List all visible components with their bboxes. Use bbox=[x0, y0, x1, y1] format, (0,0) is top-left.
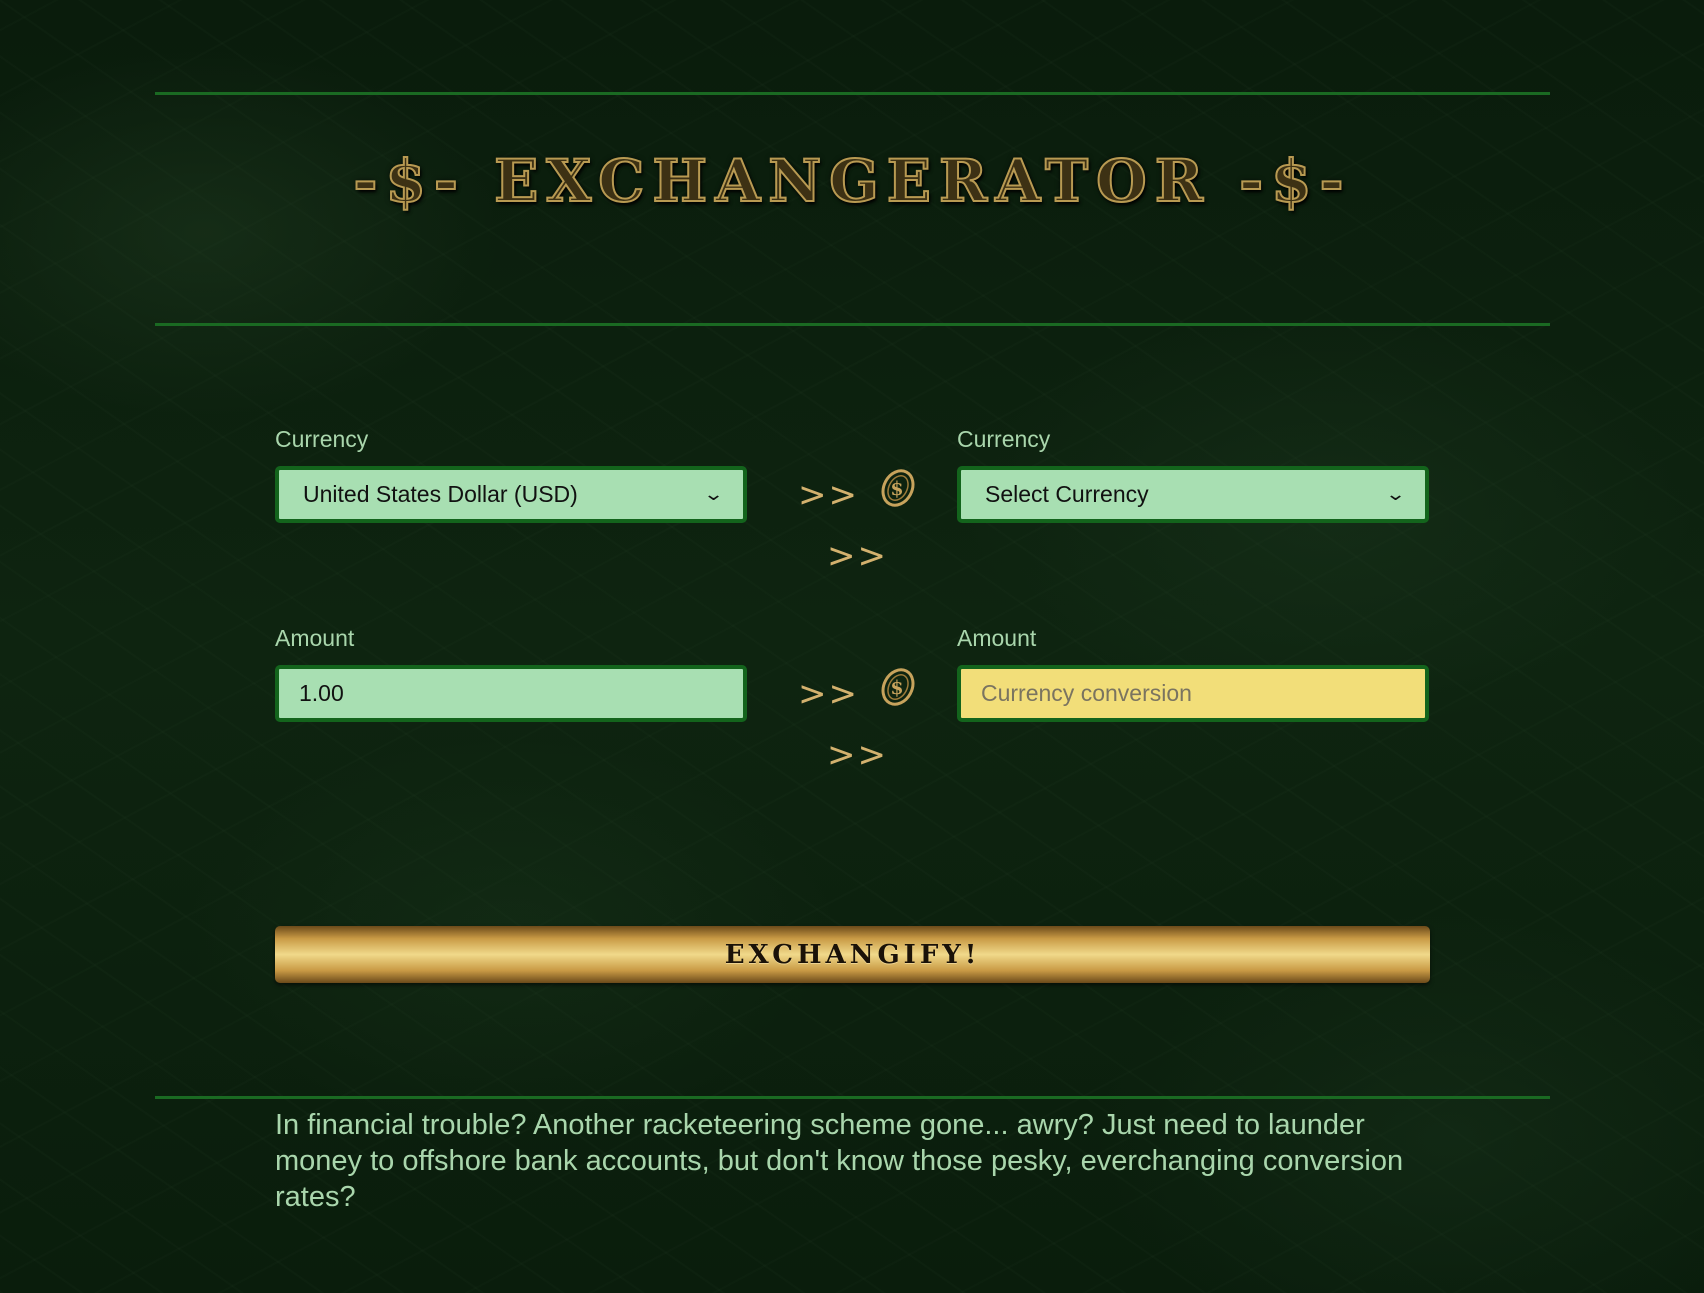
chevron-down-icon: ⌄ bbox=[702, 484, 725, 504]
amount-arrows: >> $ >> bbox=[790, 665, 925, 784]
svg-text:$: $ bbox=[890, 478, 905, 500]
intro-paragraph: In financial trouble? Another racketeeri… bbox=[275, 1109, 1404, 1213]
arrow-text: >> bbox=[798, 475, 859, 515]
arrow-text-2: >> bbox=[827, 734, 888, 775]
svg-text:$: $ bbox=[890, 677, 905, 699]
dollar-coin-icon: $ bbox=[879, 666, 917, 726]
to-currency-select[interactable]: Select Currency ⌄ bbox=[957, 466, 1429, 523]
to-currency-label: Currency bbox=[957, 426, 1051, 452]
from-amount-label: Amount bbox=[275, 625, 355, 651]
dollar-coin-icon: $ bbox=[879, 467, 917, 527]
chevron-down-icon: ⌄ bbox=[1384, 484, 1407, 504]
to-amount-label: Amount bbox=[957, 625, 1037, 651]
exchangify-button[interactable]: EXCHANGIFY! bbox=[275, 926, 1430, 983]
currency-arrows: >> $ >> bbox=[790, 466, 925, 585]
from-currency-value: United States Dollar (USD) bbox=[303, 481, 578, 507]
from-amount-value: 1.00 bbox=[299, 680, 344, 706]
from-currency-label: Currency bbox=[275, 426, 369, 452]
arrow-text-2: >> bbox=[827, 535, 888, 576]
to-currency-value: Select Currency bbox=[985, 481, 1149, 507]
arrow-text: >> bbox=[798, 674, 859, 714]
from-currency-select[interactable]: United States Dollar (USD) ⌄ bbox=[275, 466, 747, 523]
page-container: -$- EXCHANGERATOR -$- Currency United St… bbox=[155, 0, 1550, 1099]
converter-form: Currency United States Dollar (USD) ⌄ >>… bbox=[275, 426, 1430, 1096]
title-divider bbox=[155, 323, 1550, 326]
top-divider bbox=[155, 92, 1550, 95]
bottom-divider bbox=[155, 1096, 1550, 1099]
to-amount-output[interactable]: Currency conversion bbox=[957, 665, 1429, 722]
from-amount-input[interactable]: 1.00 bbox=[275, 665, 747, 722]
to-amount-placeholder: Currency conversion bbox=[981, 680, 1192, 706]
page-title: -$- EXCHANGERATOR -$- bbox=[352, 146, 1352, 216]
